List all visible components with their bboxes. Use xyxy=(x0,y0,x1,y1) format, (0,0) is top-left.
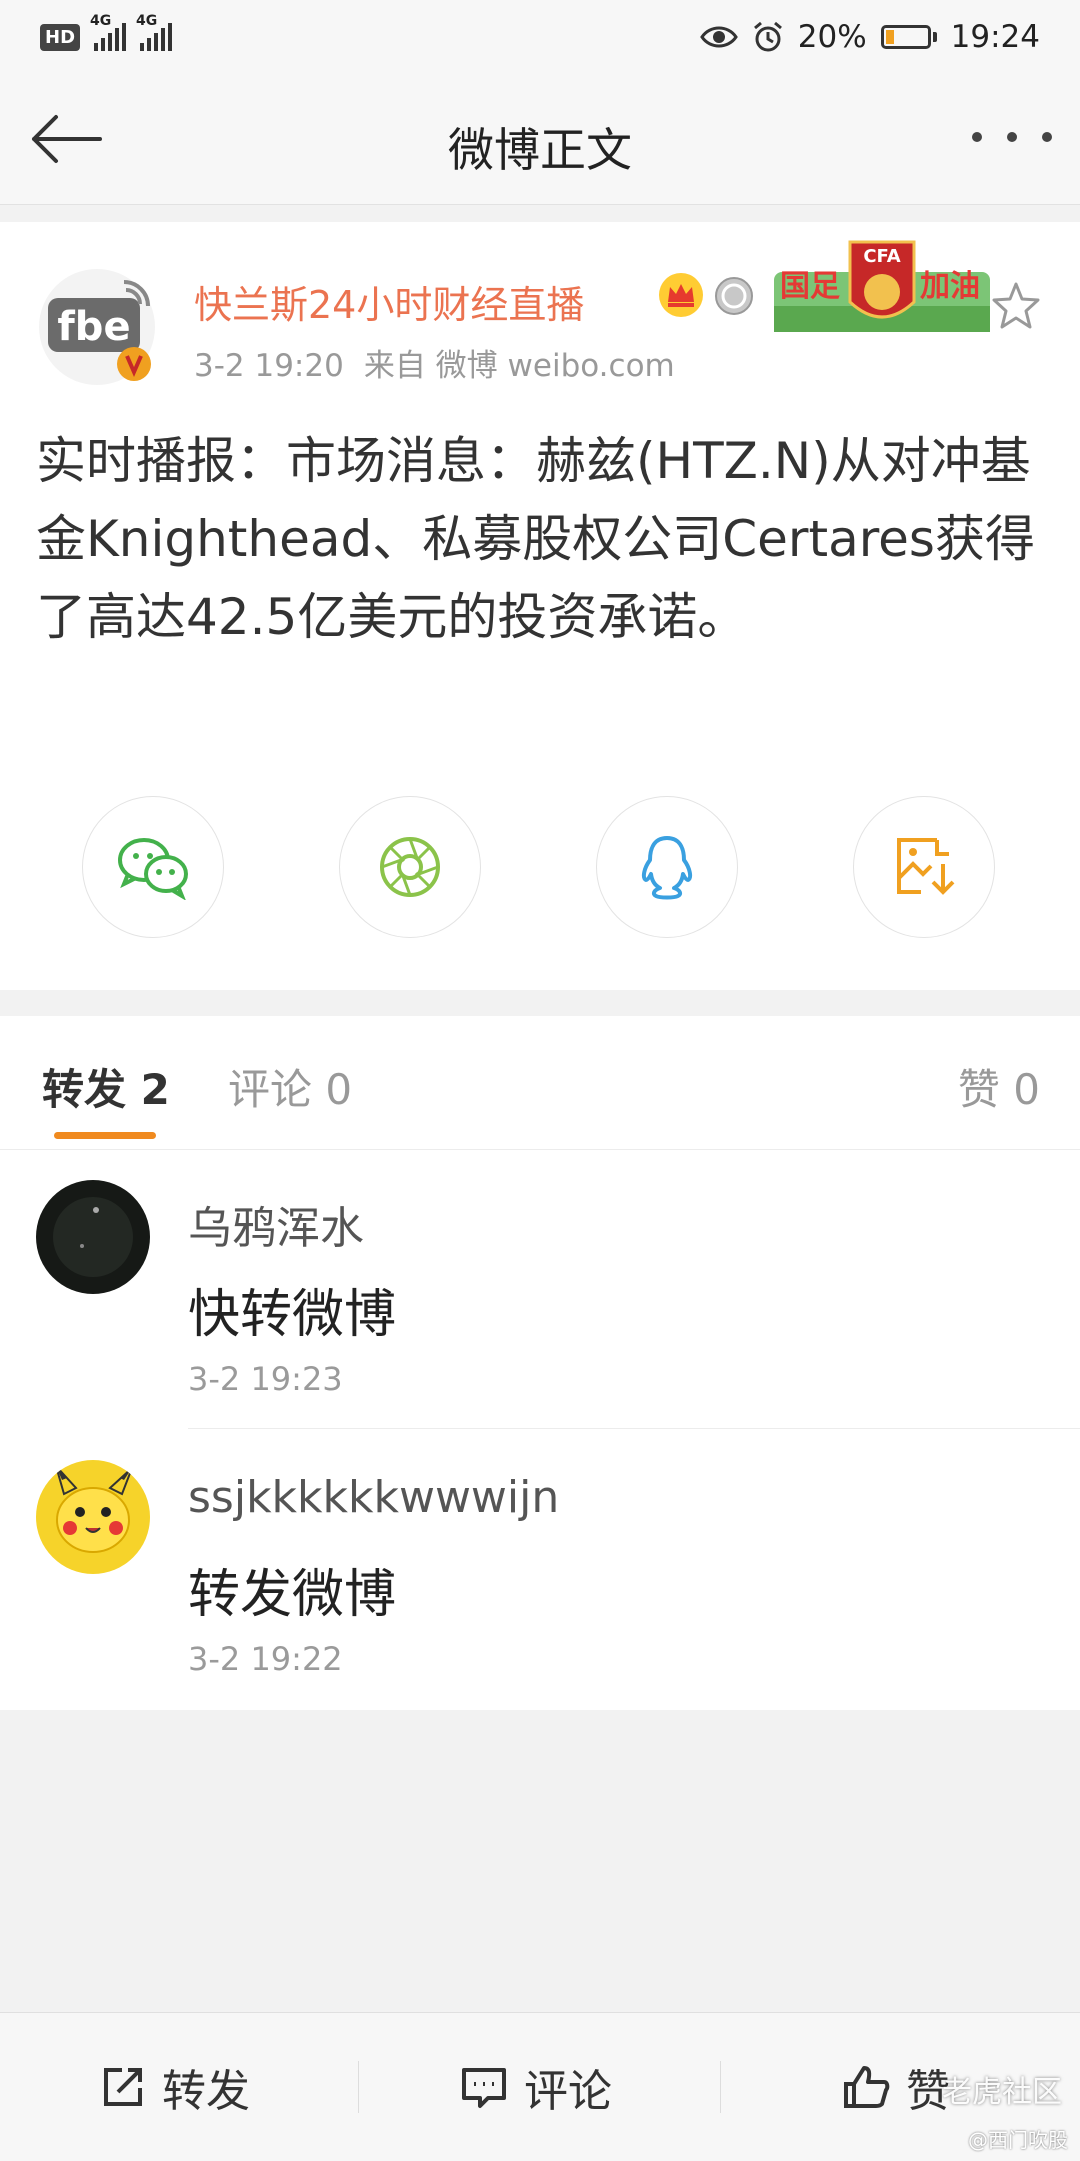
save-image-icon xyxy=(897,838,955,895)
more-menu-button[interactable] xyxy=(972,112,1052,162)
repost-text: 转发微博 xyxy=(188,1565,397,1625)
divider xyxy=(720,2061,721,2113)
like-button[interactable]: 赞 xyxy=(842,2013,950,2161)
share-moments-button[interactable] xyxy=(339,796,481,938)
member-medal-icon xyxy=(715,277,753,315)
more-dot-icon xyxy=(972,132,982,142)
post-date: 3-2 19:20 xyxy=(194,348,344,384)
repost-button[interactable]: 转发 xyxy=(100,2013,250,2161)
divider xyxy=(358,2061,359,2113)
nav-bar: 微博正文 xyxy=(0,74,1080,205)
tab-comments[interactable]: 评论 0 xyxy=(228,1056,352,1117)
share-save-image-button[interactable] xyxy=(853,796,995,938)
repost-label: 转发 xyxy=(162,2066,250,2117)
more-dot-icon xyxy=(1007,132,1017,142)
post-meta: 3-2 19:20 来自 微博 weibo.com xyxy=(194,340,675,385)
clock: 19:24 xyxy=(950,19,1040,55)
battery-icon xyxy=(880,25,937,49)
user-name[interactable]: 乌鸦浑水 xyxy=(188,1192,364,1256)
comment-icon xyxy=(462,2068,506,2108)
list-item[interactable]: ssjkkkkkkwwwijn 转发微博 3-2 19:22 xyxy=(0,1430,1080,1708)
watermark: 老虎社区 xyxy=(942,2075,1062,2110)
user-avatar[interactable] xyxy=(36,1460,150,1574)
alarm-icon xyxy=(753,21,782,52)
repost-time: 3-2 19:22 xyxy=(188,1640,343,1678)
divider xyxy=(188,1428,1080,1429)
status-bar: HD 4G 4G 20% 19:24 xyxy=(0,0,1080,74)
post-source[interactable]: 来自 微博 weibo.com xyxy=(364,348,675,384)
svg-text:fbe: fbe xyxy=(57,304,130,350)
wechat-icon xyxy=(118,838,188,900)
repost-list: 乌鸦浑水 快转微博 3-2 19:23 ssjkkkkkkwwwijn 转发微博… xyxy=(0,1150,1080,1710)
share-wechat-button[interactable] xyxy=(82,796,224,938)
svg-text:加油: 加油 xyxy=(920,269,980,304)
author-name[interactable]: 快兰斯24小时财经直播 xyxy=(194,274,584,329)
user-name[interactable]: ssjkkkkkkwwwijn xyxy=(188,1472,559,1523)
more-dot-icon xyxy=(1042,132,1052,142)
comment-button[interactable]: 评论 xyxy=(460,2013,612,2161)
post-card: fbe 快兰斯24小时财经直播 3-2 19:20 来自 微博 weibo.com… xyxy=(0,222,1080,990)
active-tab-indicator xyxy=(54,1132,156,1139)
user-avatar[interactable] xyxy=(36,1180,150,1294)
signal-icon-sim2: 4G xyxy=(136,13,173,51)
tab-reposts[interactable]: 转发 2 xyxy=(42,1056,170,1117)
repost-icon xyxy=(104,2068,142,2106)
qq-icon xyxy=(641,836,693,900)
list-item[interactable]: 乌鸦浑水 快转微博 3-2 19:23 xyxy=(0,1150,1080,1429)
author-avatar[interactable]: fbe xyxy=(38,268,156,386)
favorite-star-icon[interactable] xyxy=(990,280,1042,332)
bottom-action-bar: 转发 评论 赞 老虎社区 @西门吹股 xyxy=(0,2012,1080,2161)
team-badge-decoration: CFA 国足 加油 xyxy=(774,240,990,332)
vip-crown-icon xyxy=(659,273,703,317)
page-title: 微博正文 xyxy=(448,123,632,177)
interaction-tabs: 转发 2 评论 0 赞 0 xyxy=(0,1016,1080,1150)
post-content: 实时播报：市场消息：赫兹(HTZ.N)从对冲基金Knighthead、私募股权公… xyxy=(36,432,1035,646)
repost-text: 快转微博 xyxy=(188,1285,397,1345)
comment-label: 评论 xyxy=(524,2066,612,2117)
watermark-handle: @西门吹股 xyxy=(968,2128,1068,2152)
tab-likes[interactable]: 赞 0 xyxy=(958,1056,1040,1117)
svg-text:国足: 国足 xyxy=(780,269,840,304)
eye-icon xyxy=(699,26,738,48)
hd-indicator: HD xyxy=(40,23,81,51)
repost-time: 3-2 19:23 xyxy=(188,1360,343,1398)
thumbs-up-icon xyxy=(844,2066,890,2108)
signal-icon-sim1: 4G xyxy=(90,13,127,51)
share-qq-button[interactable] xyxy=(596,796,738,938)
moments-icon xyxy=(380,837,440,897)
battery-percent: 20% xyxy=(797,19,867,55)
svg-text:CFA: CFA xyxy=(863,246,900,267)
